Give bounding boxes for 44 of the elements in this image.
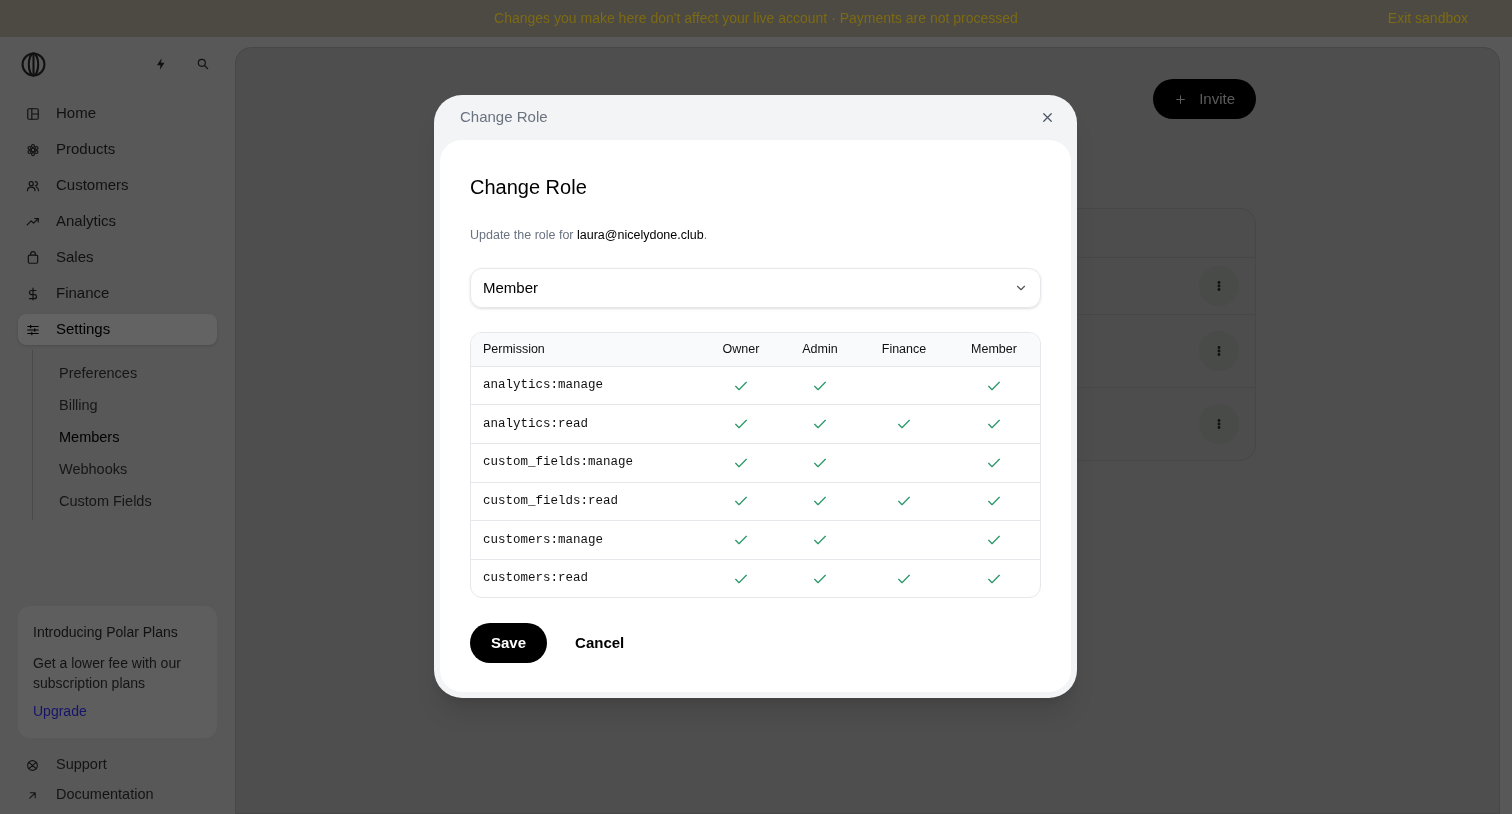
column-header: Finance [880, 340, 928, 358]
submenu-item[interactable]: Webhooks [59, 454, 217, 486]
role-select[interactable]: Member [470, 267, 1041, 308]
nav-item[interactable]: Settings [18, 314, 217, 345]
dialog-heading: Change Role [470, 175, 588, 200]
users-icon [26, 178, 40, 193]
nav-item[interactable]: Customers [18, 170, 217, 201]
gear-cluster-icon [26, 142, 40, 157]
layout-icon [26, 106, 40, 121]
permission-name: custom_fields:read [482, 492, 620, 510]
nav-item[interactable]: Finance [18, 278, 217, 309]
submenu-item[interactable]: Custom Fields [59, 486, 217, 518]
nav-item[interactable]: Home [18, 98, 217, 129]
nav-item[interactable]: Products [18, 134, 217, 165]
column-header: Permission [482, 340, 546, 358]
column-header: Admin [801, 340, 839, 358]
submenu-item[interactable]: Preferences [59, 358, 217, 390]
dialog-title: Change Role [460, 107, 548, 128]
nav-item[interactable]: Analytics [18, 206, 217, 237]
column-header: Owner [721, 340, 761, 358]
column-header: Member [970, 340, 1018, 358]
permission-name: customers:read [482, 570, 590, 588]
permission-name: custom_fields:manage [482, 454, 635, 472]
upgrade-link[interactable]: Upgrade [33, 701, 87, 722]
dialog-description: Update the role for laura@nicelydone.club. [470, 227, 709, 244]
permission-name: analytics:manage [482, 377, 605, 395]
footer-link[interactable]: Documentation [18, 780, 217, 810]
submenu-item[interactable]: Billing [59, 390, 217, 422]
permission-name: analytics:read [482, 415, 590, 433]
invite-button[interactable]: Invite [1153, 79, 1256, 119]
nav-item[interactable]: Sales [18, 242, 217, 273]
submenu-item[interactable]: Members [59, 422, 217, 454]
promo-text: Get a lower fee with our subscription plans [33, 654, 182, 693]
dollar-icon [26, 286, 40, 301]
footer-link[interactable]: Support [18, 750, 217, 780]
logo-icon [21, 51, 46, 77]
promo-title: Introducing Polar Plans [33, 623, 179, 642]
cancel-button[interactable]: Cancel [575, 623, 625, 664]
permission-name: customers:manage [482, 531, 605, 549]
search-icon [196, 57, 210, 71]
sliders-icon [26, 322, 40, 337]
bag-icon [26, 250, 40, 265]
plus-icon [1174, 92, 1188, 106]
save-button[interactable]: Save [470, 623, 548, 664]
